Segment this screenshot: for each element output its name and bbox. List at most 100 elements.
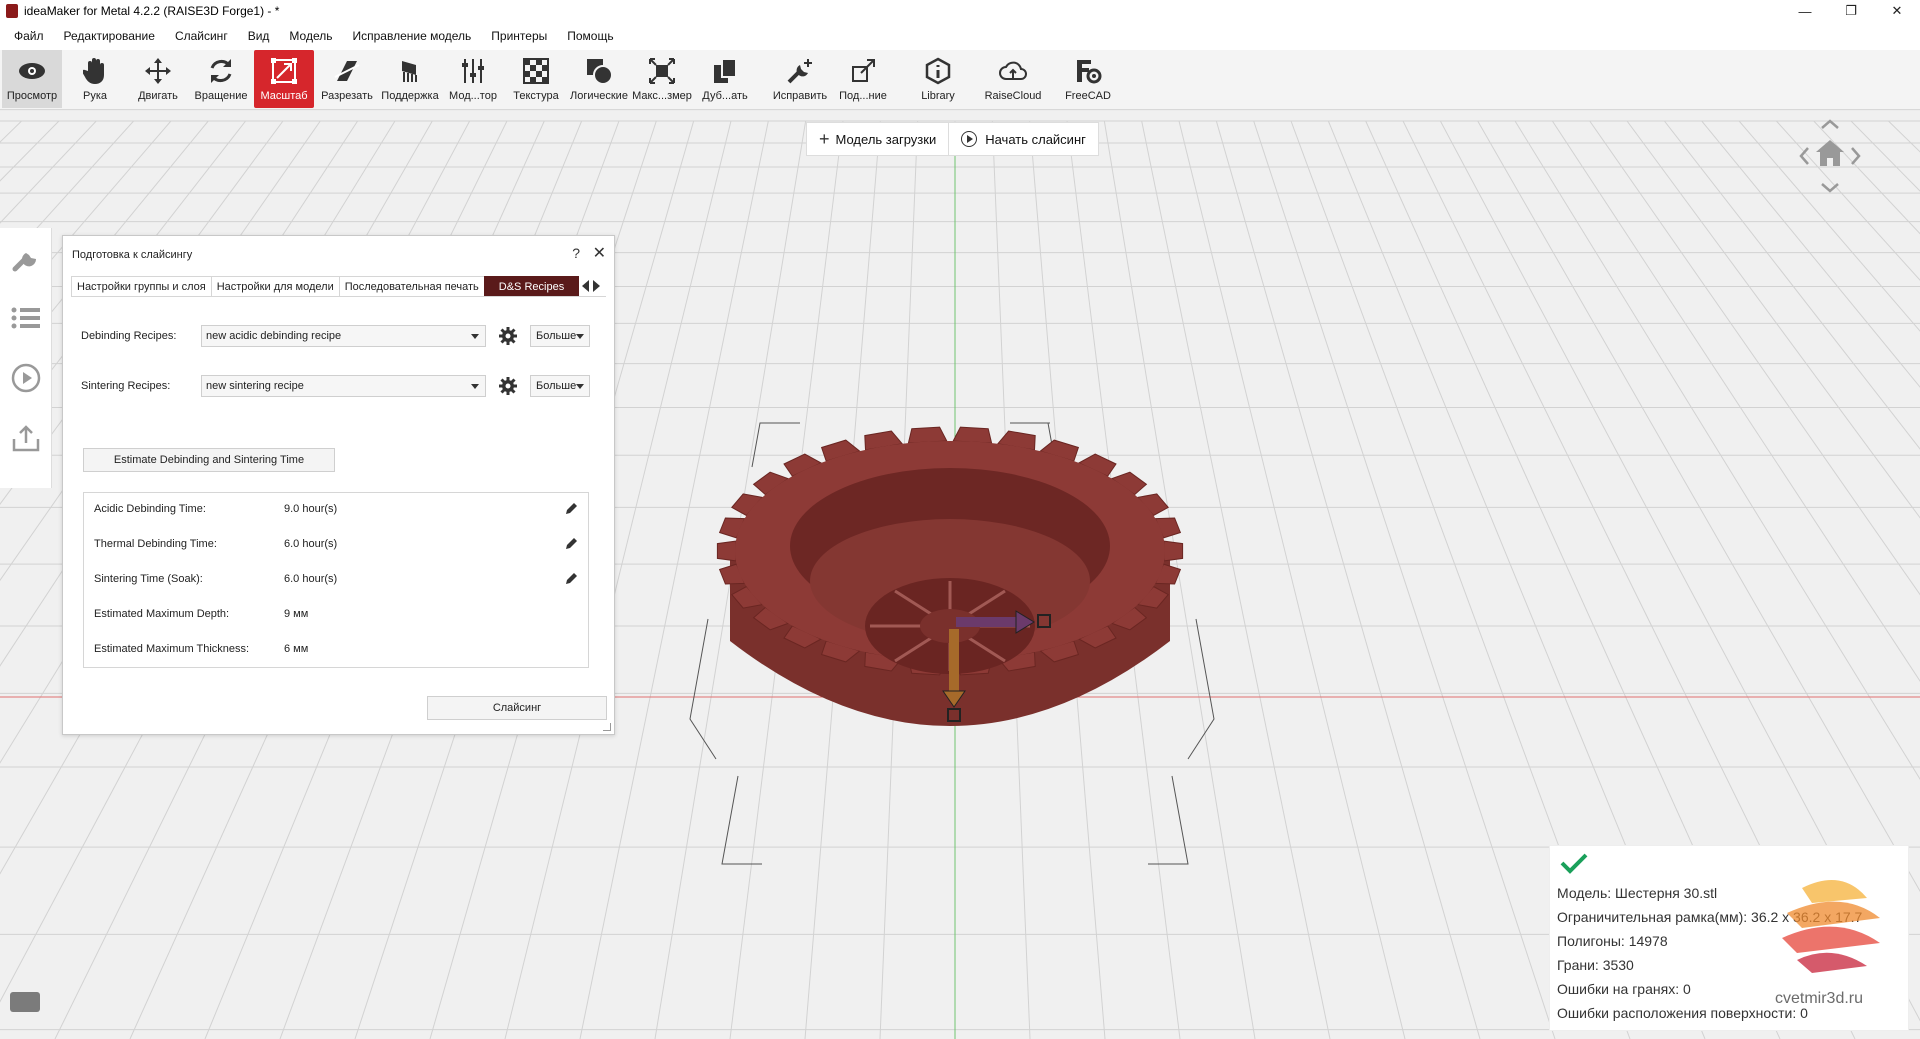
close-window-button[interactable]: ✕: [1874, 0, 1920, 22]
tool-view[interactable]: Просмотр: [2, 50, 62, 108]
menu-file[interactable]: Файл: [4, 29, 54, 43]
minimize-button[interactable]: —: [1782, 0, 1828, 22]
sidebar-export[interactable]: [0, 408, 52, 468]
close-dialog-button[interactable]: ✕: [593, 243, 606, 263]
menu-help[interactable]: Помощь: [557, 29, 623, 43]
app-icon: [6, 4, 18, 18]
tool-rotate[interactable]: Вращение: [191, 50, 251, 108]
library-icon: [923, 56, 953, 86]
tool-label: RaiseCloud: [984, 90, 1042, 102]
tool-library[interactable]: Library: [908, 50, 968, 108]
gear-icon: [499, 377, 517, 395]
gear-tooth: [952, 426, 993, 444]
tool-scale[interactable]: Масштаб: [254, 50, 314, 108]
menu-edit[interactable]: Редактирование: [54, 29, 165, 43]
sidebar-slice[interactable]: [0, 348, 52, 408]
keyboard-icon[interactable]: [10, 992, 40, 1012]
load-model-button[interactable]: + Модель загрузки: [807, 123, 948, 155]
tool-support[interactable]: Поддержка: [380, 50, 440, 108]
window-controls: — ❐ ✕: [1782, 0, 1920, 22]
tool-move[interactable]: Двигать: [128, 50, 188, 108]
sintering-select[interactable]: new sintering recipe: [201, 375, 486, 397]
nav-right-icon[interactable]: [1851, 147, 1861, 165]
menu-slicing[interactable]: Слайсинг: [165, 29, 238, 43]
home-icon[interactable]: [1816, 140, 1844, 166]
result-row: Estimated Maximum Thickness: 6 мм: [94, 639, 578, 659]
tab-sequential-print[interactable]: Последовательная печать: [338, 276, 485, 296]
tab-group-layer[interactable]: Настройки группы и слоя: [71, 276, 212, 296]
menu-bar: Файл Редактирование Слайсинг Вид Модель …: [0, 22, 1920, 50]
tool-boolean[interactable]: Логические: [569, 50, 629, 108]
nav-down-icon[interactable]: [1821, 183, 1839, 193]
maximize-button[interactable]: ❐: [1828, 0, 1874, 22]
sintering-value: new sintering recipe: [206, 380, 304, 392]
gear-model[interactable]: [710, 411, 1190, 761]
sintering-more-dropdown[interactable]: Больше: [530, 375, 590, 397]
debinding-value: new acidic debinding recipe: [206, 330, 342, 342]
slice-button[interactable]: Слайсинг: [427, 696, 607, 720]
pencil-icon[interactable]: [564, 537, 578, 551]
result-key: Thermal Debinding Time:: [94, 538, 217, 550]
tool-freecad[interactable]: FreeCAD: [1058, 50, 1118, 108]
tool-connect[interactable]: Под...ние: [833, 50, 893, 108]
menu-repair[interactable]: Исправление модель: [343, 29, 482, 43]
watermark-logo: [1782, 880, 1880, 973]
sidebar-list[interactable]: [0, 288, 52, 348]
menu-printers[interactable]: Принтеры: [481, 29, 557, 43]
nav-up-icon[interactable]: [1821, 119, 1839, 129]
estimate-time-button[interactable]: Estimate Debinding and Sintering Time: [83, 448, 335, 472]
chevron-down-icon: [576, 383, 585, 389]
gear-tooth: [1163, 540, 1184, 562]
list-icon: [11, 307, 40, 329]
tab-scroll-left-icon[interactable]: [582, 280, 590, 292]
tool-raisecloud[interactable]: RaiseCloud: [983, 50, 1043, 108]
dialog-tabs: Настройки группы и слоя Настройки для мо…: [71, 276, 601, 296]
tool-maxsize[interactable]: Макс...змер: [632, 50, 692, 108]
tool-modifier[interactable]: Мод...тор: [443, 50, 503, 108]
gear-tooth: [716, 540, 737, 562]
tool-hand[interactable]: Рука: [65, 50, 125, 108]
sidebar-settings[interactable]: [0, 228, 52, 288]
nav-left-icon[interactable]: [1799, 147, 1809, 165]
tool-label: Вращение: [194, 90, 248, 102]
tool-cut[interactable]: Разрезать: [317, 50, 377, 108]
debinding-select[interactable]: new acidic debinding recipe: [201, 325, 486, 347]
sintering-row: Sintering Recipes: new sintering recipe …: [81, 374, 590, 398]
start-slicing-button[interactable]: Начать слайсинг: [948, 123, 1098, 155]
resize-grip-icon[interactable]: [603, 723, 611, 731]
pencil-icon[interactable]: [564, 502, 578, 516]
left-sidebar: [0, 228, 52, 488]
tab-ds-recipes[interactable]: D&S Recipes: [483, 276, 580, 296]
tool-label: Дуб...ать: [702, 90, 748, 102]
menu-model[interactable]: Модель: [279, 29, 342, 43]
tool-label: Мод...тор: [449, 90, 497, 102]
freecad-icon: [1073, 56, 1103, 86]
sintering-settings-button[interactable]: [496, 374, 520, 398]
debinding-settings-button[interactable]: [496, 324, 520, 348]
scale-icon: [269, 56, 299, 86]
chevron-down-icon: [471, 333, 479, 339]
slicing-prep-dialog: Подготовка к слайсингу ? ✕ Настройки гру…: [62, 235, 615, 735]
tool-label: Просмотр: [6, 90, 58, 102]
result-value: 9.0 hour(s): [284, 503, 338, 515]
view-navigation[interactable]: [1798, 116, 1862, 196]
result-key: Sintering Time (Soak):: [94, 573, 203, 585]
tab-model-settings[interactable]: Настройки для модели: [210, 276, 340, 296]
help-button[interactable]: ?: [572, 245, 580, 261]
play-circle-icon: [11, 363, 40, 393]
maxsize-icon: [647, 56, 677, 86]
support-icon: [395, 56, 425, 86]
tool-duplicate[interactable]: Дуб...ать: [695, 50, 755, 108]
tool-repair[interactable]: Исправить: [770, 50, 830, 108]
debinding-more-dropdown[interactable]: Больше: [530, 325, 590, 347]
menu-view[interactable]: Вид: [238, 29, 280, 43]
tool-label: Разрезать: [321, 90, 373, 102]
tool-label: Поддержка: [381, 90, 439, 102]
info-surface-errors: Ошибки расположения поверхности: 0: [1557, 1005, 1808, 1021]
more-label: Больше: [536, 380, 577, 392]
result-value: 6 мм: [284, 643, 309, 655]
hand-icon: [80, 56, 110, 86]
tool-texture[interactable]: Текстура: [506, 50, 566, 108]
pencil-icon[interactable]: [564, 572, 578, 586]
tab-scroll-right-icon[interactable]: [593, 280, 601, 292]
